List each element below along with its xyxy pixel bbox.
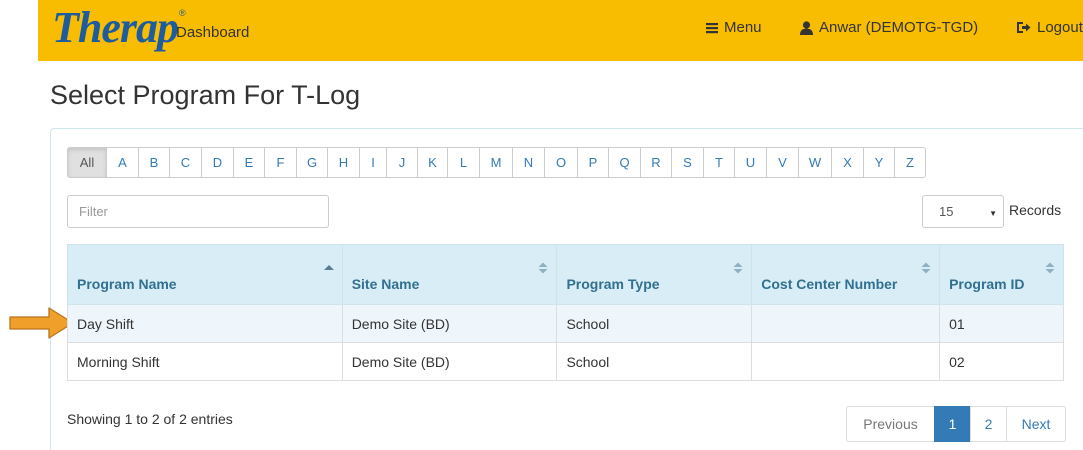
page-2-button[interactable]: 2 [970,406,1007,442]
column-header-label: Program ID [949,276,1025,292]
registered-mark: ® [179,8,186,18]
alphabet-button-h[interactable]: H [327,147,360,178]
previous-page-button[interactable]: Previous [846,406,935,442]
alphabet-button-i[interactable]: I [359,147,387,178]
column-header-cost-center-number[interactable]: Cost Center Number [751,244,941,305]
arrow-pointer-icon [9,307,74,339]
alphabet-button-x[interactable]: X [831,147,864,178]
next-page-button[interactable]: Next [1006,406,1066,442]
table-cell[interactable]: Morning Shift [67,342,343,381]
alphabet-button-k[interactable]: K [417,147,448,178]
table-cell: Demo Site (BD) [341,342,558,381]
dropdown-caret-icon: ▼ [989,209,997,218]
sort-both-icon [1045,262,1055,274]
menu-label: Menu [724,19,762,36]
page-title: Select Program For T-Log [50,80,361,110]
therap-logo[interactable]: Therap ® [52,6,186,50]
column-header-label: Program Type [566,276,660,292]
column-header-label: Site Name [351,276,420,292]
alphabet-button-v[interactable]: V [766,147,799,178]
table-header-row: Program Name Site Name Program Type Cost Ce… [67,244,1064,305]
alphabet-button-a[interactable]: A [106,147,139,178]
alphabet-button-o[interactable]: O [544,147,578,178]
alphabet-filter: All A B C D E F G H I J K L M N O P Q R S T U V W X Y Z [67,147,926,178]
program-table: Program Name Site Name Program Type Cost Ce… [67,244,1064,381]
logout-label: Logout [1037,19,1083,36]
alphabet-button-n[interactable]: N [512,147,545,178]
table-cell: School [556,304,753,343]
alphabet-button-m[interactable]: M [479,147,513,178]
alphabet-button-r[interactable]: R [640,147,672,178]
logo-text: Therap [52,3,179,52]
alphabet-button-z[interactable]: Z [894,147,926,178]
alphabet-button-f[interactable]: F [264,147,297,178]
user-label: Anwar (DEMOTG-TGD) [819,19,979,36]
column-header-label: Program Name [77,276,177,292]
top-navbar: Therap ® Dashboard Menu Anwar (DEMOTG-TG… [38,0,1083,61]
alphabet-button-all[interactable]: All [67,147,107,178]
alphabet-button-c[interactable]: C [169,147,202,178]
column-header-site-name[interactable]: Site Name [341,244,558,305]
alphabet-button-w[interactable]: W [798,147,832,178]
table-cell: School [556,342,753,381]
alphabet-button-d[interactable]: D [201,147,234,178]
table-row[interactable]: Morning Shift Demo Site (BD) School 02 [67,342,1064,381]
logout-icon [1017,22,1031,33]
table-cell: 02 [939,342,1064,381]
alphabet-button-g[interactable]: G [296,147,328,178]
alphabet-button-b[interactable]: B [138,147,170,178]
sort-both-icon [921,262,931,274]
table-cell: Demo Site (BD) [341,304,558,343]
table-cell[interactable]: Day Shift [67,304,343,343]
entries-info: Showing 1 to 2 of 2 entries [67,411,233,427]
user-icon [800,20,813,35]
filter-input[interactable] [67,195,329,228]
alphabet-button-l[interactable]: L [447,147,480,178]
sort-both-icon [538,262,548,274]
table-row[interactable]: Day Shift Demo Site (BD) School 01 [67,304,1064,343]
logout-button[interactable]: Logout [1016,19,1083,36]
table-cell [751,304,941,343]
alphabet-button-p[interactable]: P [577,147,609,178]
sort-ascending-icon [323,265,334,270]
sort-both-icon [733,262,743,274]
alphabet-button-t[interactable]: T [703,147,735,178]
alphabet-button-e[interactable]: E [233,147,265,178]
table-cell: 01 [939,304,1064,343]
pagination: Previous 1 2 Next [846,406,1066,442]
records-per-page-select[interactable]: 15 ▼ [922,195,1004,228]
table-cell [751,342,941,381]
column-header-program-id[interactable]: Program ID [939,244,1064,305]
column-header-label: Cost Center Number [761,276,898,292]
records-label: Records [1009,202,1062,218]
user-button[interactable]: Anwar (DEMOTG-TGD) [800,19,978,36]
dashboard-link[interactable]: Dashboard [176,24,249,41]
records-selected-value: 15 [939,204,954,219]
alphabet-button-s[interactable]: S [671,147,704,178]
alphabet-button-u[interactable]: U [734,147,767,178]
page-1-button[interactable]: 1 [934,406,971,442]
column-header-program-name[interactable]: Program Name [67,244,343,305]
alphabet-button-q[interactable]: Q [608,147,641,178]
menu-icon [706,22,718,33]
alphabet-button-y[interactable]: Y [863,147,895,178]
menu-button[interactable]: Menu [706,19,762,36]
column-header-program-type[interactable]: Program Type [556,244,753,305]
alphabet-button-j[interactable]: J [386,147,418,178]
